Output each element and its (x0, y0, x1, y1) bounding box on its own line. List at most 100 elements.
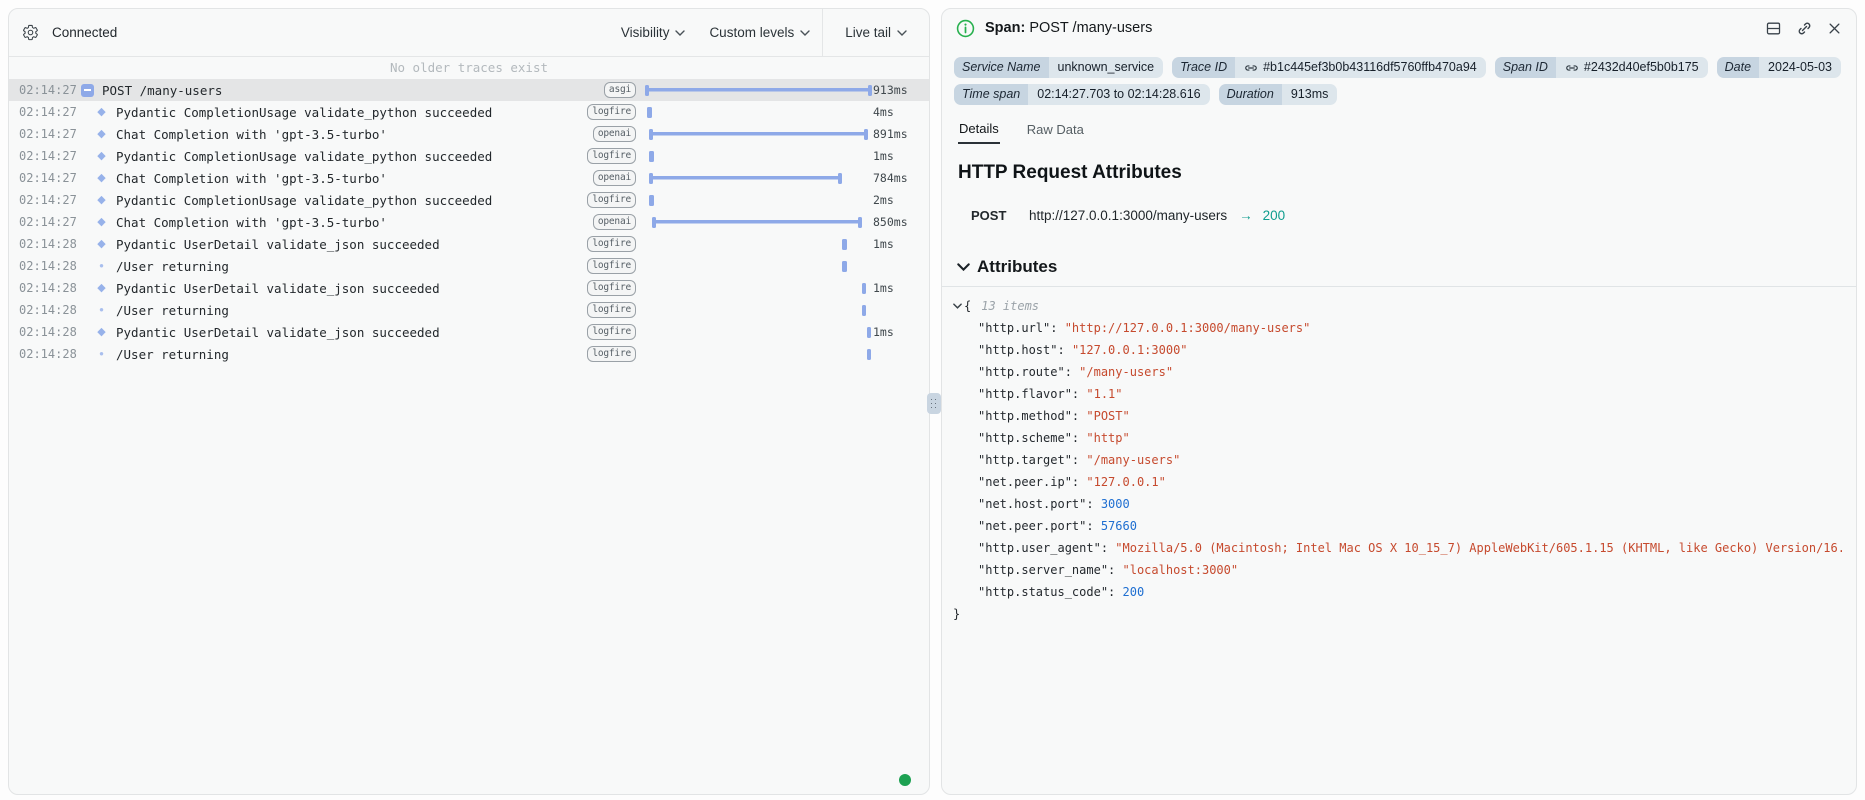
trace-row-label: /User returning (116, 347, 584, 362)
json-key: "net.peer.ip" (978, 475, 1072, 489)
duration-bar (862, 305, 867, 316)
diamond-glyph: ◆ (97, 151, 105, 162)
trace-row[interactable]: 02:14:28●/User returninglogfire (9, 343, 929, 365)
span-diamond-icon: ◆ (93, 107, 110, 118)
trace-row[interactable]: 02:14:27POST /many-usersasgi913ms (9, 79, 929, 101)
json-colon: : (1065, 365, 1079, 379)
visibility-dropdown[interactable]: Visibility (609, 9, 698, 56)
log-circle-icon: ● (93, 350, 110, 358)
json-value: "/many-users" (1079, 365, 1173, 379)
settings-button[interactable] (22, 24, 39, 41)
chevron-down-icon (675, 30, 685, 36)
json-entry: "http.flavor": "1.1" (953, 383, 1842, 405)
trace-timestamp: 02:14:27 (19, 127, 79, 141)
trace-duration: 784ms (873, 171, 929, 185)
trace-duration: 891ms (873, 127, 929, 141)
duration-bar (649, 129, 868, 140)
trace-tag-cell: openai (584, 170, 636, 186)
trace-timestamp: 02:14:27 (19, 105, 79, 119)
span-diamond-icon: ◆ (93, 217, 110, 228)
trace-timeline (644, 123, 873, 145)
copy-link-button[interactable] (1796, 20, 1813, 37)
badge-value: unknown_service (1049, 57, 1164, 78)
metadata-badge: Duration913ms (1219, 84, 1338, 105)
trace-row[interactable]: 02:14:27◆Pydantic CompletionUsage valida… (9, 189, 929, 211)
trace-tag-cell: logfire (584, 258, 636, 274)
trace-tag-cell: logfire (584, 324, 636, 340)
trace-timestamp: 02:14:27 (19, 215, 79, 229)
trace-row[interactable]: 02:14:27 ◆ Chat Completion with 'gpt-3.5-t… (9, 211, 929, 233)
scope-tag: logfire (587, 280, 636, 296)
span-metadata-badges: Service Nameunknown_serviceTrace ID#b1c4… (942, 47, 1856, 105)
json-entry: "http.method": "POST" (953, 405, 1842, 427)
trace-row[interactable]: 02:14:27◆Chat Completion with 'gpt-3.5-t… (9, 167, 929, 189)
attributes-section-toggle[interactable]: Attributes (942, 257, 1856, 277)
attributes-heading: Attributes (977, 257, 1057, 277)
trace-timestamp: 02:14:28 (19, 347, 79, 361)
badge-value: #b1c445ef3b0b43116df5760ffb470a94 (1235, 57, 1486, 78)
trace-duration: 913ms (873, 83, 929, 97)
json-value: "1.1" (1086, 387, 1122, 401)
panel-splitter-handle[interactable] (927, 393, 941, 414)
close-panel-button[interactable] (1827, 20, 1842, 37)
badge-label: Duration (1219, 84, 1282, 105)
circle-glyph: ● (99, 350, 104, 358)
trace-timestamp: 02:14:28 (19, 259, 79, 273)
scope-tag: logfire (587, 104, 636, 120)
live-tail-dropdown[interactable]: Live tail (845, 25, 907, 40)
trace-row-label: Pydantic UserDetail validate_json succee… (116, 281, 584, 296)
copy-link-icon[interactable] (1565, 61, 1579, 75)
badge-label: Trace ID (1172, 57, 1235, 78)
trace-row[interactable]: 02:14:27◆Chat Completion with 'gpt-3.5-t… (9, 123, 929, 145)
trace-timeline (644, 79, 873, 101)
copy-link-icon[interactable] (1244, 61, 1258, 75)
chevron-down-icon (897, 30, 907, 36)
duration-bar (649, 195, 654, 206)
badge-value-text: unknown_service (1058, 57, 1155, 78)
json-entry: "http.server_name": "localhost:3000" (953, 559, 1842, 581)
collapse-toggle-icon[interactable] (79, 84, 96, 97)
trace-row-label: Chat Completion with 'gpt-3.5-turbo' (116, 171, 584, 186)
json-collapse-toggle[interactable] (953, 303, 962, 309)
minus-square-glyph (81, 84, 94, 97)
trace-timeline (644, 167, 873, 189)
json-entry: "net.peer.ip": "127.0.0.1" (953, 471, 1842, 493)
connection-status: Connected (52, 25, 117, 40)
trace-row[interactable]: 02:14:28◆Pydantic UserDetail validate_js… (9, 321, 929, 343)
json-close-brace: } (953, 607, 960, 621)
json-key: "http.host" (978, 343, 1057, 357)
tab-details[interactable]: Details (958, 121, 1000, 144)
trace-row[interactable]: 02:14:27◆Pydantic CompletionUsage valida… (9, 145, 929, 167)
http-status-code: 200 (1263, 208, 1286, 223)
span-diamond-icon: ◆ (93, 327, 110, 338)
trace-row[interactable]: 02:14:28●/User returninglogfire (9, 255, 929, 277)
json-entries: "http.url": "http://127.0.0.1:3000/many-… (953, 317, 1842, 603)
span-details-header: Span: POST /many-users (942, 9, 1856, 47)
tab-raw-data[interactable]: Raw Data (1026, 121, 1085, 144)
circle-glyph: ● (99, 262, 104, 270)
live-indicator-dot (899, 774, 911, 786)
scope-tag: openai (593, 126, 636, 142)
trace-row[interactable]: 02:14:28●/User returninglogfire (9, 299, 929, 321)
span-diamond-icon: ◆ (93, 283, 110, 294)
visibility-label: Visibility (621, 25, 670, 40)
duration-bar (862, 283, 867, 294)
trace-row-label: Chat Completion with 'gpt-3.5-turbo' (116, 215, 584, 230)
custom-levels-dropdown[interactable]: Custom levels (697, 9, 822, 56)
trace-row[interactable]: 02:14:28◆Pydantic UserDetail validate_js… (9, 233, 929, 255)
json-key: "http.scheme" (978, 431, 1072, 445)
split-view-button[interactable] (1765, 20, 1782, 37)
json-colon: : (1072, 453, 1086, 467)
duration-bar (867, 327, 872, 338)
json-value: "127.0.0.1" (1086, 475, 1165, 489)
json-entry: "http.target": "/many-users" (953, 449, 1842, 471)
duration-bar (867, 349, 872, 360)
trace-duration: 2ms (873, 193, 929, 207)
trace-row[interactable]: 02:14:28◆Pydantic UserDetail validate_js… (9, 277, 929, 299)
attributes-json-view: { 13 items "http.url": "http://127.0.0.1… (942, 295, 1856, 625)
trace-timeline (644, 299, 873, 321)
json-key: "http.status_code" (978, 585, 1108, 599)
trace-row[interactable]: 02:14:27◆Pydantic CompletionUsage valida… (9, 101, 929, 123)
json-entry: "http.url": "http://127.0.0.1:3000/many-… (953, 317, 1842, 339)
scope-tag: logfire (587, 192, 636, 208)
